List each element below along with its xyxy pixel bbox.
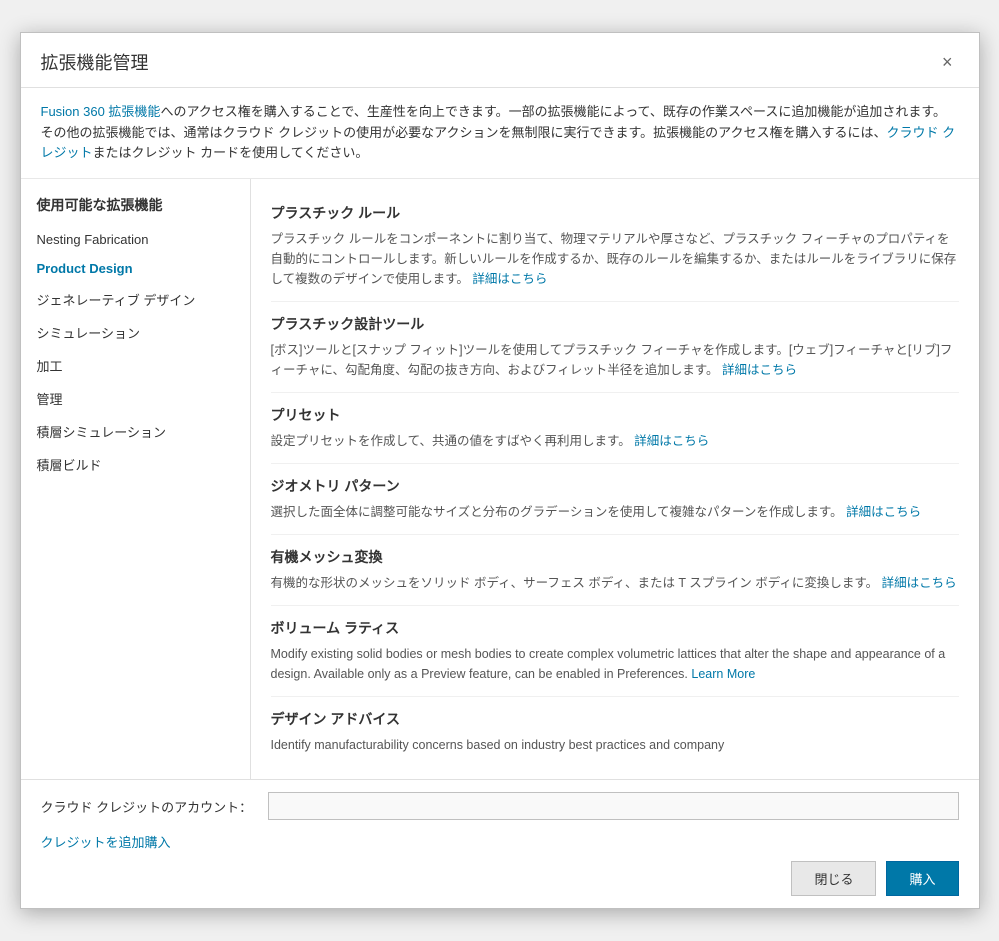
- dialog-body: 使用可能な拡張機能 Nesting Fabrication Product De…: [21, 179, 979, 779]
- feature-design-advice: デザイン アドバイス Identify manufacturability co…: [271, 697, 959, 767]
- feature-design-advice-title: デザイン アドバイス: [271, 709, 959, 729]
- feature-organic-mesh: 有機メッシュ変換 有機的な形状のメッシュをソリッド ボディ、サーフェス ボディ、…: [271, 535, 959, 606]
- feature-plastic-design-tool: プラスチック設計ツール [ボス]ツールと[スナップ フィット]ツールを使用してプ…: [271, 302, 959, 393]
- feature-plastic-rule-desc: プラスチック ルールをコンポーネントに割り当て、物理マテリアルや厚さなど、プラス…: [271, 229, 959, 289]
- sidebar-item-additive-build[interactable]: 積層ビルド: [21, 448, 250, 481]
- dialog-footer: クラウド クレジットのアカウント： クレジットを追加購入 閉じる 購入: [21, 779, 979, 908]
- feature-preset-title: プリセット: [271, 405, 959, 425]
- footer-buttons: 閉じる 購入: [41, 861, 959, 896]
- credits-label: クラウド クレジットのアカウント：: [41, 797, 253, 816]
- feature-plastic-rule: プラスチック ルール プラスチック ルールをコンポーネントに割り当て、物理マテリ…: [271, 191, 959, 302]
- sidebar-item-simulation[interactable]: シミュレーション: [21, 316, 250, 349]
- sidebar-section-title: 使用可能な拡張機能: [21, 195, 250, 225]
- feature-list: プラスチック ルール プラスチック ルールをコンポーネントに割り当て、物理マテリ…: [251, 179, 979, 779]
- feature-preset: プリセット 設定プリセットを作成して、共通の値をすばやく再利用します。 詳細はこ…: [271, 393, 959, 464]
- feature-geometry-pattern-desc: 選択した面全体に調整可能なサイズと分布のグラデーションを使用して複雑なパターンを…: [271, 502, 959, 522]
- sidebar-item-generative[interactable]: ジェネレーティブ デザイン: [21, 283, 250, 316]
- sidebar-item-additive-sim[interactable]: 積層シミュレーション: [21, 415, 250, 448]
- add-credits-link[interactable]: クレジットを追加購入: [41, 832, 959, 851]
- dialog-title: 拡張機能管理: [41, 49, 149, 75]
- sidebar-item-nesting[interactable]: Nesting Fabrication: [21, 225, 250, 254]
- feature-design-advice-desc: Identify manufacturability concerns base…: [271, 735, 959, 755]
- feature-volume-lattice-link[interactable]: Learn More: [691, 667, 755, 681]
- dialog-intro: Fusion 360 拡張機能へのアクセス権を購入することで、生産性を向上できま…: [21, 88, 979, 179]
- feature-geometry-pattern-title: ジオメトリ パターン: [271, 476, 959, 496]
- close-icon-button[interactable]: ×: [936, 51, 959, 73]
- sidebar-item-manage[interactable]: 管理: [21, 382, 250, 415]
- dialog-header: 拡張機能管理 ×: [21, 33, 979, 88]
- feature-volume-lattice-title: ボリューム ラティス: [271, 618, 959, 638]
- credits-value-box: [268, 792, 958, 820]
- feature-volume-lattice-desc: Modify existing solid bodies or mesh bod…: [271, 644, 959, 684]
- buy-button[interactable]: 購入: [886, 861, 958, 896]
- feature-geometry-pattern: ジオメトリ パターン 選択した面全体に調整可能なサイズと分布のグラデーションを使…: [271, 464, 959, 535]
- feature-preset-desc: 設定プリセットを作成して、共通の値をすばやく再利用します。 詳細はこちら: [271, 431, 959, 451]
- feature-plastic-rule-title: プラスチック ルール: [271, 203, 959, 223]
- footer-credits-row: クラウド クレジットのアカウント：: [41, 792, 959, 820]
- feature-volume-lattice: ボリューム ラティス Modify existing solid bodies …: [271, 606, 959, 697]
- feature-plastic-design-tool-desc: [ボス]ツールと[スナップ フィット]ツールを使用してプラスチック フィーチャを…: [271, 340, 959, 380]
- fusion360-extensions-link[interactable]: Fusion 360 拡張機能: [41, 104, 161, 119]
- feature-plastic-rule-link[interactable]: 詳細はこちら: [472, 272, 547, 286]
- feature-list-area: プラスチック ルール プラスチック ルールをコンポーネントに割り当て、物理マテリ…: [251, 179, 979, 779]
- cloud-credit-link[interactable]: クラウド クレジット: [41, 125, 956, 161]
- close-button[interactable]: 閉じる: [791, 861, 876, 896]
- feature-plastic-design-tool-link[interactable]: 詳細はこちら: [722, 363, 797, 377]
- sidebar-item-product-design[interactable]: Product Design: [21, 254, 250, 283]
- feature-organic-mesh-title: 有機メッシュ変換: [271, 547, 959, 567]
- feature-organic-mesh-link[interactable]: 詳細はこちら: [882, 576, 957, 590]
- feature-geometry-pattern-link[interactable]: 詳細はこちら: [846, 505, 921, 519]
- sidebar: 使用可能な拡張機能 Nesting Fabrication Product De…: [21, 179, 251, 779]
- sidebar-item-machining[interactable]: 加工: [21, 349, 250, 382]
- feature-preset-link[interactable]: 詳細はこちら: [634, 434, 709, 448]
- feature-organic-mesh-desc: 有機的な形状のメッシュをソリッド ボディ、サーフェス ボディ、または T スプラ…: [271, 573, 959, 593]
- feature-plastic-design-tool-title: プラスチック設計ツール: [271, 314, 959, 334]
- extension-management-dialog: 拡張機能管理 × Fusion 360 拡張機能へのアクセス権を購入することで、…: [20, 32, 980, 909]
